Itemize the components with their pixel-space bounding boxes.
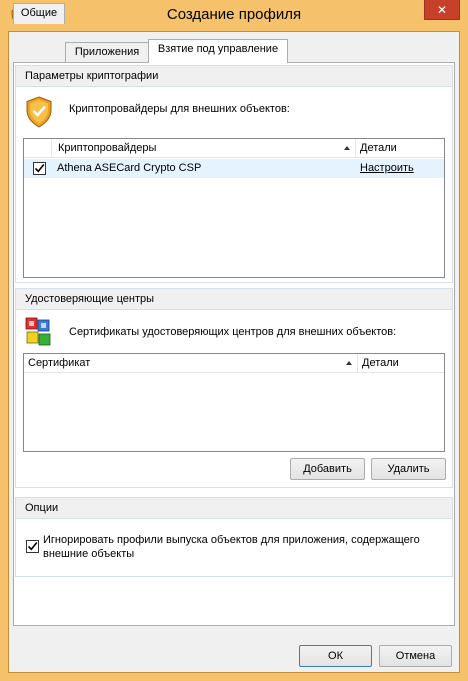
close-button[interactable]: ✕ (424, 0, 460, 20)
certificate-blocks-icon (25, 317, 51, 346)
configure-link[interactable]: Настроить (360, 162, 414, 174)
certificates-list[interactable]: Сертификат Детали (23, 353, 445, 452)
sort-ascending-icon (344, 146, 350, 150)
table-row[interactable]: Athena ASECard Crypto CSP Настроить (24, 159, 444, 178)
options-group: Опции Игнорировать профили выпуска объек… (15, 497, 453, 577)
button-label: Добавить (303, 463, 352, 475)
tab-label: Взятие под управление (157, 43, 279, 55)
button-label: Удалить (387, 463, 430, 475)
tab-applications[interactable]: Приложения (65, 42, 149, 63)
provider-checkbox[interactable] (33, 162, 46, 175)
shield-icon (26, 96, 52, 128)
tab-label: Общие (20, 7, 58, 19)
list-header: Сертификат Детали (24, 354, 444, 373)
column-label: Детали (362, 357, 399, 369)
crypto-description: Криптопровайдеры для внешних объектов: (69, 103, 290, 115)
checkmark-icon (27, 541, 38, 551)
tab-label: Приложения (74, 46, 140, 58)
sort-ascending-icon (346, 361, 352, 365)
column-header-details[interactable]: Детали (358, 354, 444, 373)
ignore-profiles-checkbox[interactable] (26, 540, 39, 553)
tab-takeover[interactable]: Взятие под управление (148, 39, 288, 63)
provider-name: Athena ASECard Crypto CSP (57, 162, 202, 174)
add-button[interactable]: Добавить (290, 458, 365, 480)
group-header: Параметры криптографии (16, 66, 452, 87)
window-title: Создание профиля (166, 6, 302, 23)
title-bar[interactable]: Создание профиля ✕ (0, 0, 468, 31)
remove-button[interactable]: Удалить (371, 458, 446, 480)
crypto-providers-list[interactable]: Криптопровайдеры Детали Athena ASECard C… (23, 138, 445, 278)
ca-description: Сертификаты удостоверяющих центров для в… (69, 326, 397, 338)
column-header-details[interactable]: Детали (356, 139, 444, 158)
checkmark-icon (34, 163, 45, 173)
label-line: Игнорировать профили выпуска объектов дл… (43, 534, 420, 546)
ok-button[interactable]: ОК (299, 645, 372, 667)
cancel-button[interactable]: Отмена (379, 645, 452, 667)
ca-group: Удостоверяющие центры Сертификаты удосто… (15, 288, 453, 488)
group-header: Удостоверяющие центры (16, 289, 452, 310)
list-header: Криптопровайдеры Детали (24, 139, 444, 158)
tab-general[interactable]: Общие (13, 3, 65, 24)
close-icon: ✕ (436, 2, 448, 17)
column-label: Детали (360, 142, 397, 154)
crypto-params-group: Параметры криптографии Криптопровайдеры … (15, 65, 453, 283)
label-line: внешние объекты (43, 548, 135, 560)
ignore-profiles-label[interactable]: Игнорировать профили выпуска объектов дл… (43, 533, 420, 561)
column-header-certificate[interactable]: Сертификат (24, 354, 354, 373)
column-separator (51, 139, 52, 158)
button-label: Отмена (395, 650, 436, 662)
column-header-providers[interactable]: Криптопровайдеры (54, 139, 354, 158)
column-label: Криптопровайдеры (58, 142, 157, 154)
column-label: Сертификат (28, 357, 91, 369)
group-header: Опции (16, 498, 452, 519)
dialog-window: Создание профиля ✕ Общие Приложения Взят… (0, 0, 468, 681)
button-label: ОК (328, 650, 343, 662)
